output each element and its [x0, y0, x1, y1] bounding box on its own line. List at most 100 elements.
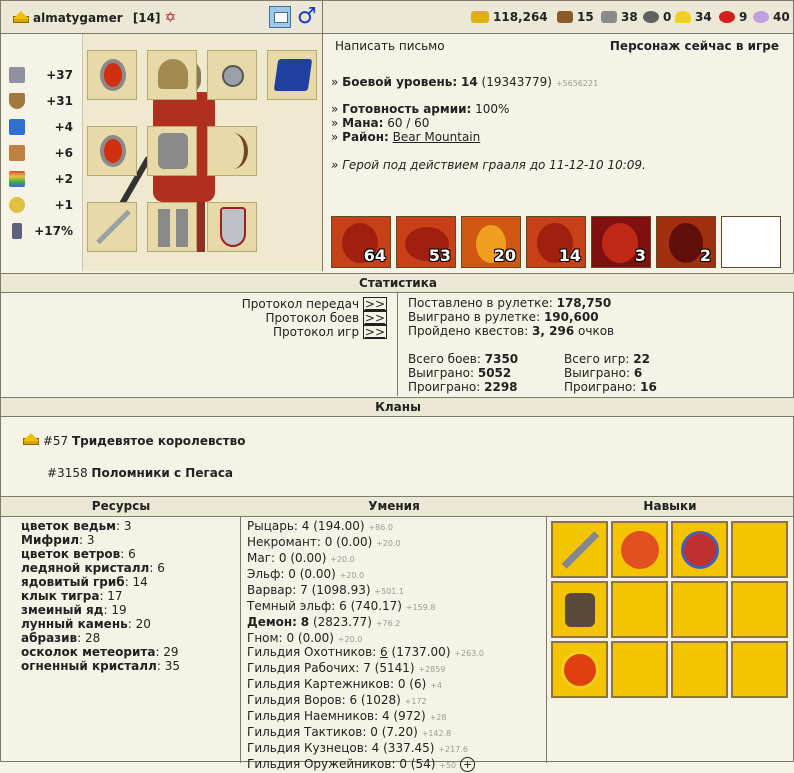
games-won-label: Выиграно: — [564, 366, 631, 380]
battles-total: Всего боев: 7350 — [408, 352, 518, 366]
slot-weapon[interactable] — [87, 202, 137, 252]
talent-cell-12[interactable] — [731, 641, 788, 698]
quests-value: 3, 296 — [532, 324, 575, 338]
talent-cell-5[interactable] — [551, 581, 608, 638]
quests-label: Пройдено квестов: — [408, 324, 529, 338]
slot-ring-1[interactable] — [87, 50, 137, 100]
medal-icon — [222, 65, 244, 87]
helmet-icon — [158, 59, 188, 89]
skill-name: Темный эльф: — [247, 599, 336, 613]
guild-plus: +2859 — [418, 665, 446, 674]
protocol-battles-link[interactable]: >> — [362, 311, 387, 325]
army-value: 100% — [475, 102, 510, 116]
player-name-block: almatygamer [14] ✡ — [13, 10, 176, 26]
protocol-games: Протокол игр >> — [273, 325, 387, 339]
guild-item: Гильдия Воров: 6 (1028) +172 — [247, 693, 484, 709]
talent-cell-3[interactable] — [671, 521, 728, 578]
army-slot-7[interactable] — [721, 216, 781, 268]
slot-shield[interactable] — [207, 202, 257, 252]
battles-lost-label: Проиграно: — [408, 380, 481, 394]
slot-boots[interactable] — [147, 202, 197, 252]
slot-bow[interactable] — [207, 126, 257, 176]
quests-suffix: очков — [578, 324, 615, 338]
protocol-games-link[interactable]: >> — [362, 325, 387, 339]
armor-talent-icon — [565, 593, 595, 627]
guild-plus: +172 — [404, 697, 427, 706]
talent-cell-8[interactable] — [731, 581, 788, 638]
resource-item: цветок ветров: 6 — [21, 547, 136, 561]
slot-ring-2[interactable] — [87, 126, 137, 176]
clan-2[interactable]: #3158 Поломники с Пегаса — [47, 466, 233, 480]
crossbow-icon — [218, 133, 248, 169]
talent-cell-4[interactable] — [731, 521, 788, 578]
resource-name: Мифрил — [21, 533, 80, 547]
crystal-icon — [719, 11, 735, 23]
army-slot-5[interactable]: 3 — [591, 216, 651, 268]
skill-value: 4 (194.00) — [301, 519, 365, 533]
demon-faction-icon: ✡ — [164, 10, 177, 26]
expand-guilds-button[interactable]: + — [459, 757, 476, 772]
slot-book[interactable] — [267, 50, 317, 100]
slot-amulet[interactable] — [207, 50, 257, 100]
crown-icon — [23, 433, 39, 445]
fire-face-talent-icon — [621, 531, 659, 569]
resource-name: ледяной кристалл — [21, 561, 150, 575]
skill-value: 8 — [300, 615, 310, 629]
skill-name: Рыцарь: — [247, 519, 298, 533]
skill-item: Темный эльф: 6 (740.17) +159.8 — [247, 599, 435, 615]
resource-name: цветок ветров — [21, 547, 121, 561]
army-slot-4[interactable]: 14 — [526, 216, 586, 268]
guild-value: 4 (337.45) — [371, 741, 435, 755]
guild-item: Гильдия Кузнецов: 4 (337.45) +217.6 — [247, 741, 484, 757]
battles-won: Выиграно: 5052 — [408, 366, 511, 380]
guild-item: Гильдия Оружейников: 0 (54) +50 + — [247, 757, 484, 773]
army-slot-2[interactable]: 53 — [396, 216, 456, 268]
player-name-link[interactable]: almatygamer — [33, 11, 123, 25]
talent-cell-10[interactable] — [611, 641, 668, 698]
combat-level-line: » Боевой уровень: 14 (19343779) +5656221 — [331, 75, 599, 89]
army-readiness-line: » Готовность армии: 100% — [331, 102, 510, 116]
army-slot-3[interactable]: 20 — [461, 216, 521, 268]
guild-value: 7 (5141) — [363, 661, 415, 675]
slot-helmet[interactable] — [147, 50, 197, 100]
resource-item: ледяной кристалл: 6 — [21, 561, 165, 575]
resource-item: абразив: 28 — [21, 631, 101, 645]
resources-title: Ресурсы — [1, 497, 241, 517]
skill-plus: +20.0 — [376, 539, 401, 548]
skill-plus: +20.0 — [337, 635, 363, 644]
clan-1[interactable]: #57 Тридевятое королевство — [23, 433, 245, 448]
protocol-transfers-link[interactable]: >> — [362, 297, 387, 311]
games-won: Выиграно: 6 — [564, 366, 642, 380]
talent-cell-6[interactable] — [611, 581, 668, 638]
statistics-title: Статистика — [1, 273, 794, 293]
gold-icon — [471, 11, 489, 23]
region-link[interactable]: Bear Mountain — [393, 130, 481, 144]
guild-plus: +4 — [430, 681, 442, 690]
talent-cell-2[interactable] — [611, 521, 668, 578]
battles-lost: Проиграно: 2298 — [408, 380, 518, 394]
resource-crystal: 9 — [719, 10, 747, 24]
army-slot-1[interactable]: 64 — [331, 216, 391, 268]
winged-helmet-talent-icon — [681, 531, 719, 569]
talent-cell-7[interactable] — [671, 581, 728, 638]
talent-cell-9[interactable] — [551, 641, 608, 698]
online-status: Персонаж сейчас в игре — [609, 39, 779, 53]
resources-list: цветок ведьм: 3 Мифрил: 3 цветок ветров: 6… — [21, 519, 180, 673]
character-page: almatygamer [14] ✡ ♂ 118,264 15 38 0 34 9… — [0, 0, 794, 772]
send-letter-icon[interactable] — [269, 6, 291, 28]
guild-value: 0 (54) — [399, 757, 436, 771]
guild-value[interactable]: 6 — [380, 645, 388, 659]
resource-value: 19 — [111, 603, 127, 617]
write-letter-link[interactable]: Написать письмо — [335, 39, 445, 53]
talent-cell-1[interactable] — [551, 521, 608, 578]
attack-icon — [9, 67, 25, 83]
slot-armor[interactable] — [147, 126, 197, 176]
protocol-label: Протокол боев — [265, 311, 360, 325]
skill-name: Маг: — [247, 551, 276, 565]
sulfur-icon — [675, 11, 691, 23]
army-slot-6[interactable]: 2 — [656, 216, 716, 268]
protocol-transfers: Протокол передач >> — [242, 297, 387, 311]
boots-icon — [158, 209, 170, 247]
army-count: 20 — [493, 246, 516, 265]
talent-cell-11[interactable] — [671, 641, 728, 698]
